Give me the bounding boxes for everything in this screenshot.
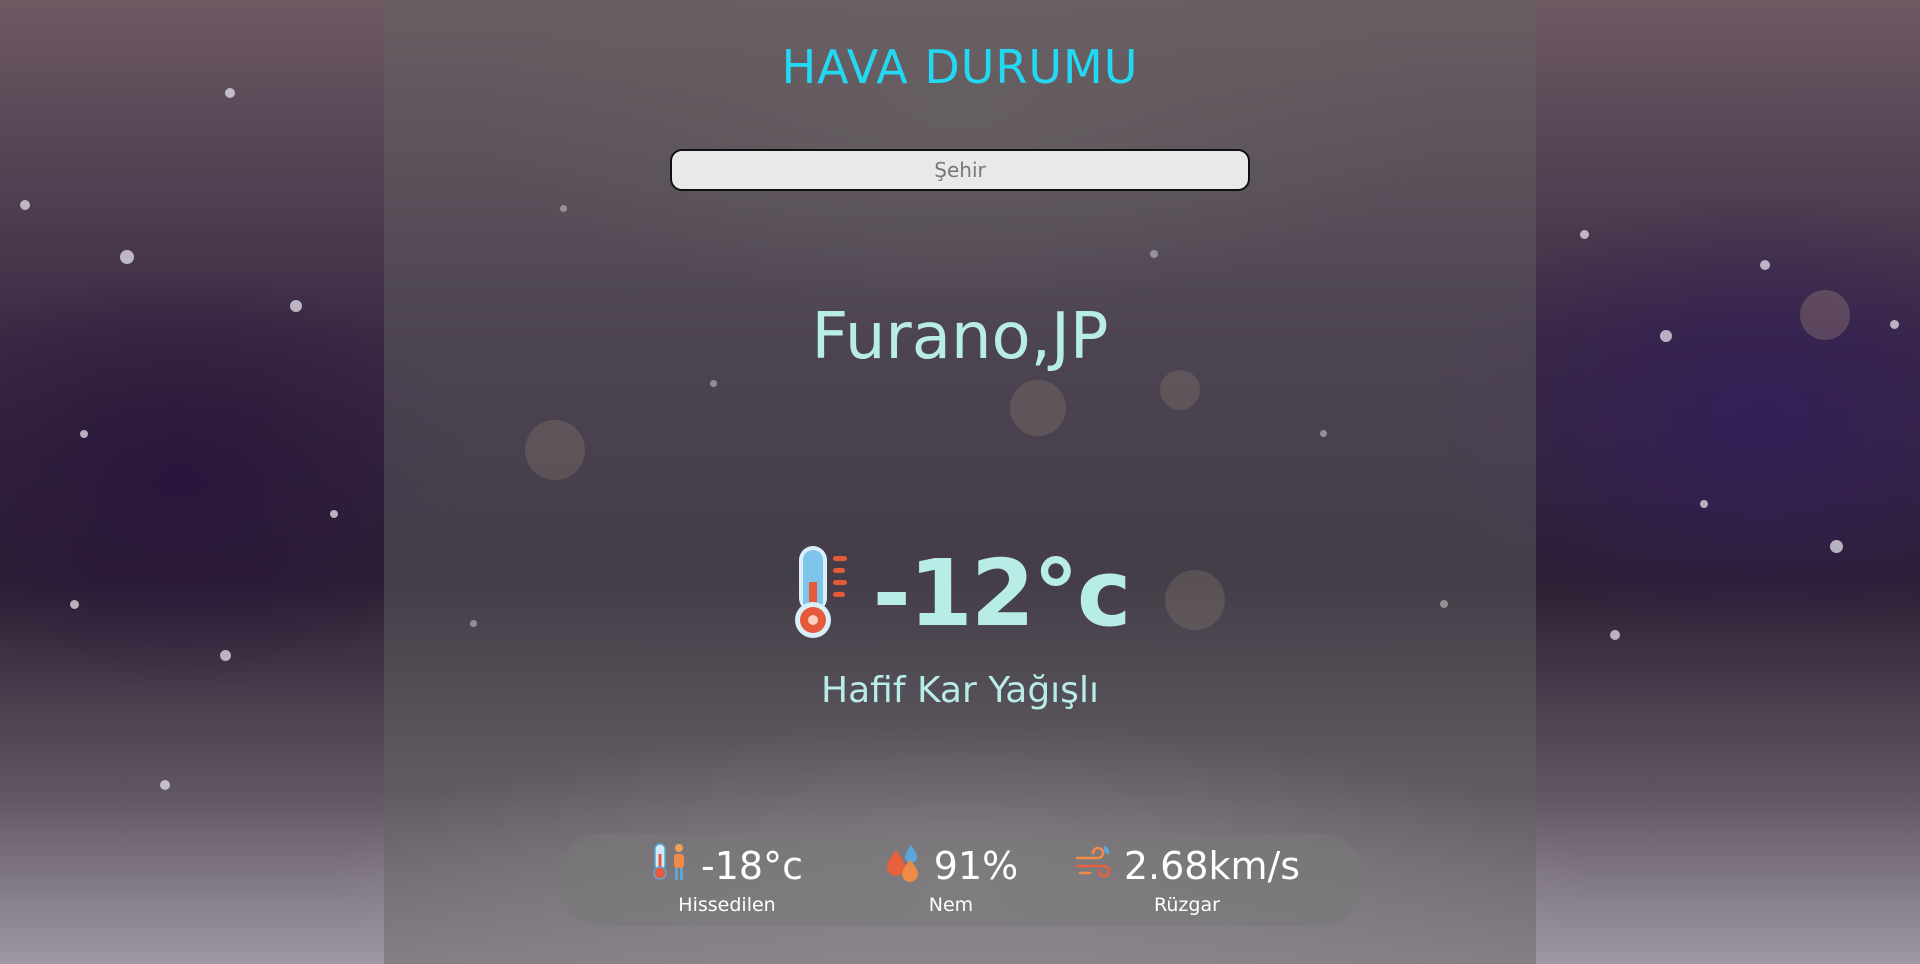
bokeh-light bbox=[1800, 290, 1850, 340]
stat-feels-like: -18°c Hissedilen bbox=[617, 842, 837, 916]
snowflake bbox=[1830, 540, 1843, 553]
temperature-row: -12°c bbox=[384, 540, 1536, 647]
snowflake bbox=[80, 430, 88, 438]
snowflake bbox=[1890, 320, 1899, 329]
wind-value: 2.68km/s bbox=[1123, 844, 1301, 888]
wind-label: Rüzgar bbox=[1154, 894, 1220, 916]
stat-humidity: 91% Nem bbox=[851, 842, 1051, 916]
snowflake bbox=[225, 88, 235, 98]
weather-panel: HAVA DURUMU Furano,JP -12°c Hafif Kar Ya… bbox=[384, 0, 1536, 964]
thermometer-icon bbox=[791, 542, 853, 646]
snowflake bbox=[70, 600, 79, 609]
snowflake bbox=[1580, 230, 1589, 239]
feels-like-label: Hissedilen bbox=[678, 894, 776, 916]
weather-stats-bar: -18°c Hissedilen 91% Nem 2.68km/s Rüzgar bbox=[557, 834, 1365, 926]
snowflake bbox=[1760, 260, 1770, 270]
app-title: HAVA DURUMU bbox=[781, 40, 1139, 94]
city-search-input[interactable] bbox=[670, 149, 1250, 191]
city-name: Furano,JP bbox=[811, 300, 1109, 374]
snowflake bbox=[1700, 500, 1708, 508]
snowflake bbox=[20, 200, 30, 210]
humidity-value: 91% bbox=[933, 844, 1019, 888]
snowflake bbox=[330, 510, 338, 518]
stat-wind: 2.68km/s Rüzgar bbox=[1057, 842, 1317, 916]
humidity-label: Nem bbox=[928, 894, 974, 916]
snowflake bbox=[120, 250, 134, 264]
feels-like-thermometer-person-icon bbox=[651, 842, 691, 891]
wind-icon bbox=[1074, 842, 1114, 891]
current-temperature: -12°c bbox=[872, 540, 1132, 647]
humidity-drops-icon bbox=[884, 842, 924, 891]
feels-like-value: -18°c bbox=[701, 844, 803, 888]
weather-description: Hafif Kar Yağışlı bbox=[821, 670, 1099, 711]
snowflake bbox=[160, 780, 170, 790]
snowflake bbox=[290, 300, 302, 312]
snowflake bbox=[220, 650, 231, 661]
snowflake bbox=[1660, 330, 1672, 342]
snowflake bbox=[1610, 630, 1620, 640]
